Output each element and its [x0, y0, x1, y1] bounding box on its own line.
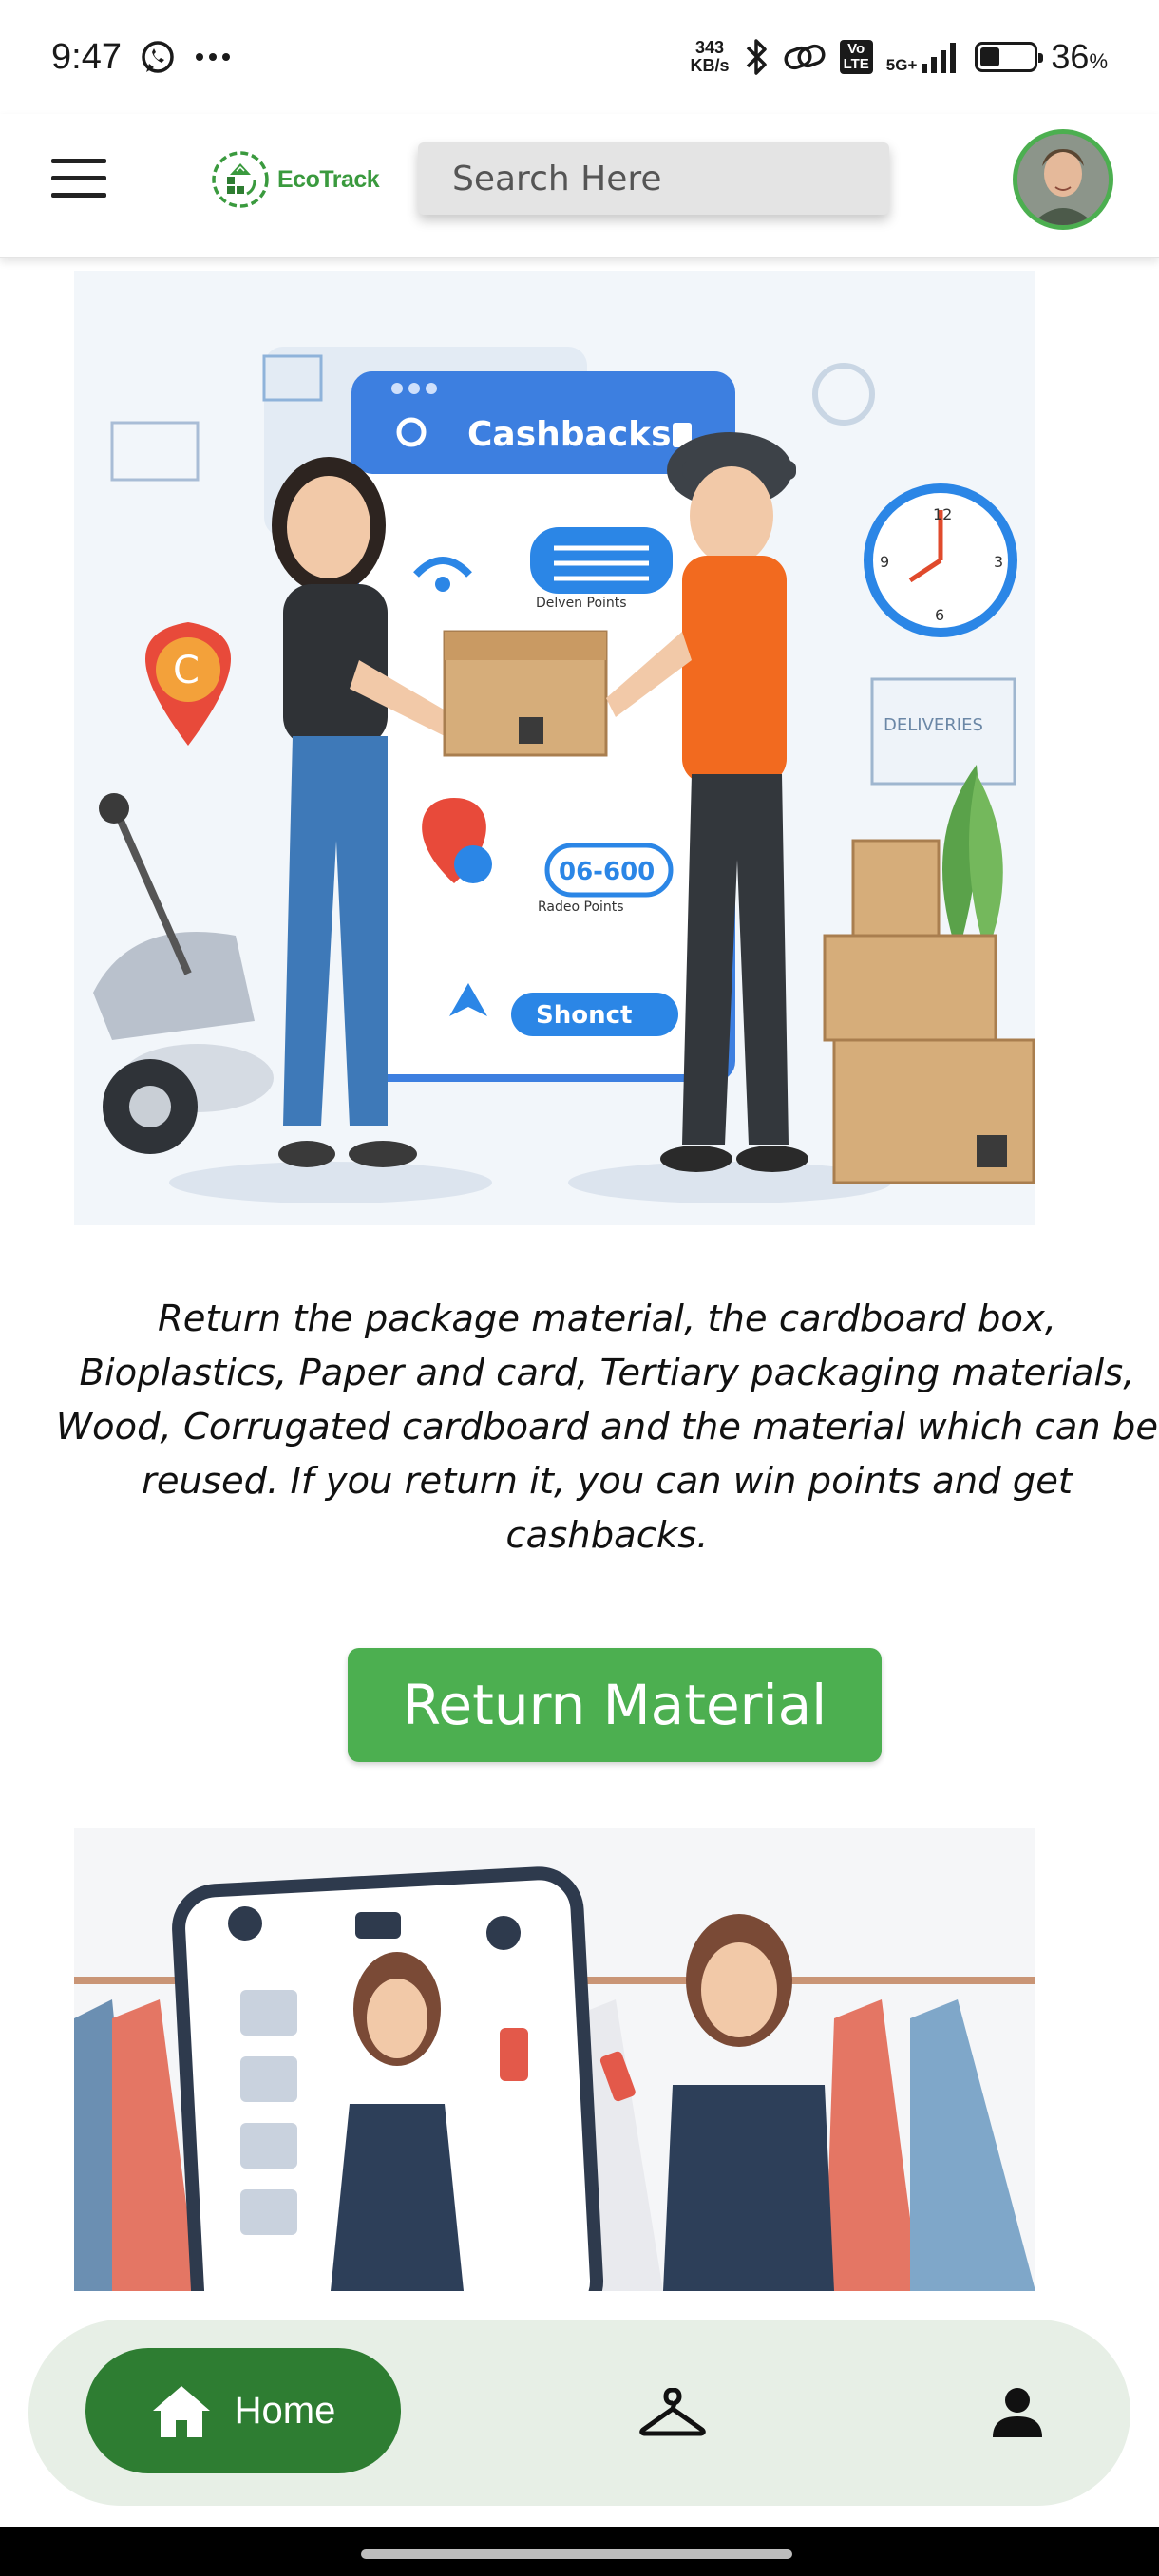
hamburger-icon-line [51, 176, 106, 180]
volte-badge: Vo LTE [839, 40, 873, 74]
network-speed-unit: KB/s [690, 56, 730, 75]
svg-text:C: C [173, 649, 200, 692]
ecotrack-logo[interactable]: EcoTrack [209, 148, 380, 211]
avatar-photo [1017, 134, 1109, 225]
shonct-label: Shonct [536, 1001, 632, 1030]
more-notifications-icon [195, 53, 230, 61]
network-type-label: 5G+ [885, 56, 918, 74]
nav-profile-button[interactable] [981, 2377, 1054, 2449]
nav-wardrobe-button[interactable] [636, 2377, 709, 2449]
battery-percent-unit: % [1089, 49, 1108, 73]
search-input[interactable] [452, 159, 878, 199]
app-header: EcoTrack [0, 114, 1159, 258]
deliveries-label: DELIVERIES [884, 715, 983, 735]
network-speed: 343 KB/s [691, 39, 730, 75]
status-left: 9:47 [51, 37, 232, 78]
hamburger-icon-line [51, 159, 106, 163]
person-icon [993, 2388, 1042, 2437]
home-indicator[interactable] [361, 2549, 792, 2559]
reward-label: Radeo Points [538, 900, 624, 915]
nav-home-label: Home [234, 2389, 336, 2432]
volte-badge-top: Vo [847, 41, 865, 57]
signal-bars-icon [922, 43, 957, 73]
recycle-logo-icon [212, 151, 269, 208]
status-right: 343 KB/s Vo LTE 5G+ 36% [691, 36, 1108, 78]
svg-text:6: 6 [935, 606, 944, 624]
menu-button[interactable] [51, 159, 106, 202]
battery-fill [980, 47, 999, 66]
battery-percent: 36% [1051, 37, 1108, 77]
nav-home-button[interactable]: Home [86, 2348, 401, 2473]
hamburger-icon-line [51, 193, 106, 198]
whatsapp-icon [142, 41, 174, 73]
status-bar: 9:47 343 KB/s Vo LTE 5G+ 36% [0, 0, 1159, 114]
svg-text:3: 3 [994, 553, 1003, 571]
cashbacks-label: Cashbacks [467, 415, 672, 454]
points-label: Delven Points [536, 596, 627, 611]
user-avatar[interactable] [1013, 129, 1113, 230]
svg-text:12: 12 [933, 505, 952, 523]
return-material-button[interactable]: Return Material [348, 1648, 882, 1762]
cashbacks-illustration: 12 3 6 9 DELIVERIES C Cashbacks Delven P… [74, 271, 1036, 1225]
battery-icon [975, 42, 1044, 72]
hanger-icon [639, 2388, 706, 2436]
bluetooth-icon [746, 39, 767, 75]
logo-text: EcoTrack [277, 165, 380, 193]
hotspot-link-icon [784, 44, 826, 70]
cellular-signal: 5G+ [886, 41, 962, 73]
network-speed-value: 343 [695, 38, 725, 57]
app-screen: 9:47 343 KB/s Vo LTE 5G+ 36% EcoTrack Se… [0, 0, 1159, 2576]
battery-percent-value: 36 [1051, 37, 1090, 76]
volte-badge-bottom: LTE [843, 56, 869, 72]
status-time: 9:47 [51, 36, 122, 77]
bottom-navigation: Home [28, 2320, 1130, 2506]
system-navigation-bar [0, 2527, 1159, 2576]
return-description: Return the package material, the cardboa… [55, 1297, 1159, 1557]
search-bar [418, 142, 889, 215]
home-icon [152, 2386, 210, 2437]
points-code-label: 06-600 [559, 858, 655, 886]
clothing-shopping-illustration [74, 1828, 1036, 2291]
svg-text:9: 9 [880, 553, 889, 571]
